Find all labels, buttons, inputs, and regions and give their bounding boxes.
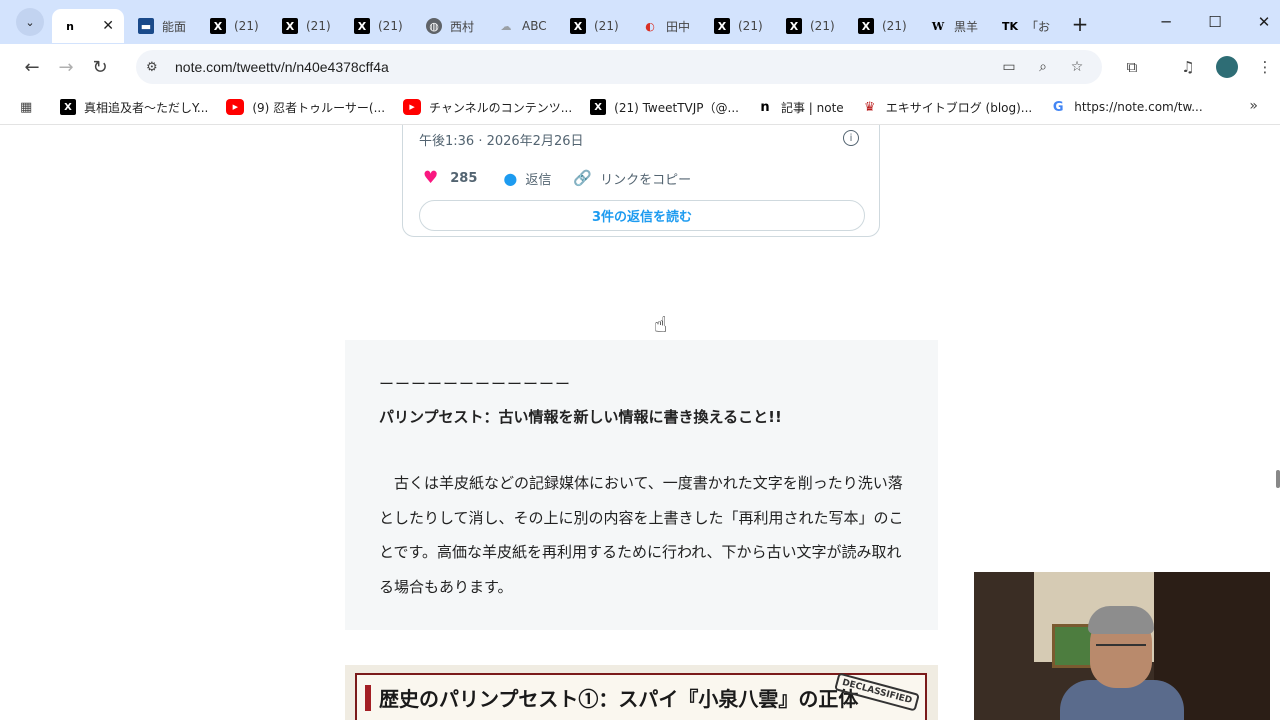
zoom-icon[interactable]: ⌕ [1032,57,1054,77]
tab-x[interactable]: X (21) [344,9,416,43]
tab-x[interactable]: X (21) [704,9,776,43]
cast-blocked-icon[interactable]: ▭ [998,57,1020,77]
tab-cloud[interactable]: ☁ ABC [488,9,560,43]
tab-x[interactable]: X (21) [272,9,344,43]
address-bar[interactable]: ⚙ note.com/tweettv/n/n40e4378cff4a ▭ ⌕ ☆ [136,50,1102,84]
tab-x[interactable]: X (21) [776,9,848,43]
copy-link-label[interactable]: リンクをコピー [600,169,691,188]
x-icon: X [858,18,874,34]
x-icon: X [354,18,370,34]
x-icon: X [786,18,802,34]
forward-button[interactable]: → [49,50,83,84]
bookmarks-bar: ▦ X 真相追及者〜ただしY... ▶ (9) 忍者トゥルーサー(... ▶ チ… [0,90,1280,124]
reply-label[interactable]: 返信 [525,169,551,188]
arrow-left-icon: ← [24,56,40,78]
maximize-button[interactable]: ☐ [1191,0,1239,44]
bookmark-item[interactable]: X (21) TweetTVJP（@... [590,99,739,116]
wikipedia-icon: W [931,19,945,33]
star-bookmark-icon[interactable]: ☆ [1066,57,1088,77]
scrollbar-thumb[interactable] [1276,470,1280,488]
x-icon: X [60,99,76,115]
bookmark-item[interactable]: G https://note.com/tw... [1050,99,1203,115]
minimize-button[interactable]: ─ [1142,0,1190,44]
tab-x[interactable]: X (21) [848,9,920,43]
browser-window: ⌄ n ✕ ▬ 能面 X (21) X (21) X (21) ◍ 西村 ☁ A… [0,0,1280,720]
arrow-right-icon: → [58,56,74,78]
youtube-icon: ▶ [226,99,245,115]
bookmark-item[interactable]: n 記事 | note [757,99,843,116]
tk-icon: TK [1001,19,1019,33]
chapter-banner-image: 歴史のパリンプセスト①：スパイ『小泉八雲』の正体 DECLASSIFIED [345,665,938,720]
x-icon: X [282,18,298,34]
reload-button[interactable]: ↻ [83,50,117,84]
heart-icon[interactable]: ♥ [423,168,438,188]
tab-x[interactable]: X (21) [200,9,272,43]
tab-red-logo[interactable]: ◐ 田中 [632,9,704,43]
globe-icon: ◍ [426,18,442,34]
news-icon: ▬ [138,18,154,34]
close-icon: ✕ [1257,13,1271,31]
article-heading: パリンプセスト：古い情報を新しい情報に書き換えること!! [379,408,782,426]
x-icon: X [210,18,226,34]
plus-icon: + [1071,12,1089,36]
url-text[interactable]: note.com/tweettv/n/n40e4378cff4a [175,59,389,75]
cloud-icon: ☁ [500,19,512,33]
x-icon: X [570,18,586,34]
article-body: 古くは羊皮紙などの記録媒体において、一度書かれた文字を削ったり洗い落としたりして… [379,474,904,596]
menu-kebab-icon[interactable]: ⋮ [1254,56,1276,78]
separator-dashes: ーーーーーーーーーーーー [379,375,572,393]
media-control-icon[interactable]: ♫ [1177,56,1199,78]
profile-avatar[interactable] [1216,56,1238,78]
tab-close-icon[interactable]: ✕ [102,18,114,34]
tab-note-active[interactable]: n ✕ [52,9,124,43]
x-icon: X [590,99,607,115]
tweet-actions: ♥ 285 ● 返信 🔗 リンクをコピー [423,168,691,188]
red-logo-icon: ◐ [645,19,655,33]
tab-wikipedia[interactable]: W 黒羊 [920,9,992,43]
chevron-down-icon: ⌄ [25,15,35,29]
bookmark-item[interactable]: ♛ エキサイトブログ (blog)... [862,99,1032,116]
chapter-title: 歴史のパリンプセスト①：スパイ『小泉八雲』の正体 [379,687,859,711]
tab-tk[interactable]: TK 「お [992,9,1056,43]
chevron-double-right-icon[interactable]: » [1249,98,1258,114]
like-count[interactable]: 285 [450,171,477,186]
bookmark-item[interactable]: X 真相追及者〜ただしY... [60,99,208,116]
google-icon: G [1052,99,1064,115]
link-icon[interactable]: 🔗 [573,169,592,187]
hand-cursor-icon: ☝ [654,313,668,338]
tab-news[interactable]: ▬ 能面 [128,9,200,43]
bookmark-item[interactable]: ▶ (9) 忍者トゥルーサー(... [226,99,385,116]
back-button[interactable]: ← [15,50,49,84]
tab-strip: ⌄ n ✕ ▬ 能面 X (21) X (21) X (21) ◍ 西村 ☁ A… [0,0,1280,44]
close-window-button[interactable]: ✕ [1240,0,1280,44]
webcam-overlay [974,572,1270,720]
tweet-date[interactable]: 午後1:36 · 2026年2月26日 [419,130,584,149]
new-tab-button[interactable]: + [1066,10,1094,38]
read-replies-button[interactable]: 3件の返信を読む [419,200,865,231]
excite-icon: ♛ [863,99,876,115]
site-info-icon[interactable]: ⚙ [146,60,166,75]
info-icon[interactable]: i [843,130,859,146]
embedded-tweet[interactable]: 午後1:36 · 2026年2月26日 i ♥ 285 ● 返信 🔗 リンクをコ… [402,125,880,237]
minimize-icon: ─ [1161,13,1171,31]
maximize-icon: ☐ [1208,13,1222,31]
tab-search-button[interactable]: ⌄ [16,8,44,36]
toolbar: ← → ↻ ⚙ note.com/tweettv/n/n40e4378cff4a… [0,44,1280,90]
note-n-icon: n [760,99,770,115]
bookmark-item[interactable]: ▶ チャンネルのコンテンツ... [403,99,572,116]
chapter-accent-bar [365,685,371,711]
x-icon: X [714,18,730,34]
tab-x[interactable]: X (21) [560,9,632,43]
extensions-icon[interactable]: ⧉ [1121,56,1143,78]
youtube-icon: ▶ [403,99,422,115]
apps-grid-icon[interactable]: ▦ [20,100,40,115]
tab-globe[interactable]: ◍ 西村 [416,9,488,43]
reload-icon: ↻ [92,56,108,78]
article-quote-box: ーーーーーーーーーーーー パリンプセスト：古い情報を新しい情報に書き換えること!… [345,340,938,630]
note-n-icon: n [66,19,74,33]
reply-bubble-icon[interactable]: ● [503,169,517,188]
chapter-banner: 歴史のパリンプセスト①：スパイ『小泉八雲』の正体 DECLASSIFIED [355,672,927,720]
